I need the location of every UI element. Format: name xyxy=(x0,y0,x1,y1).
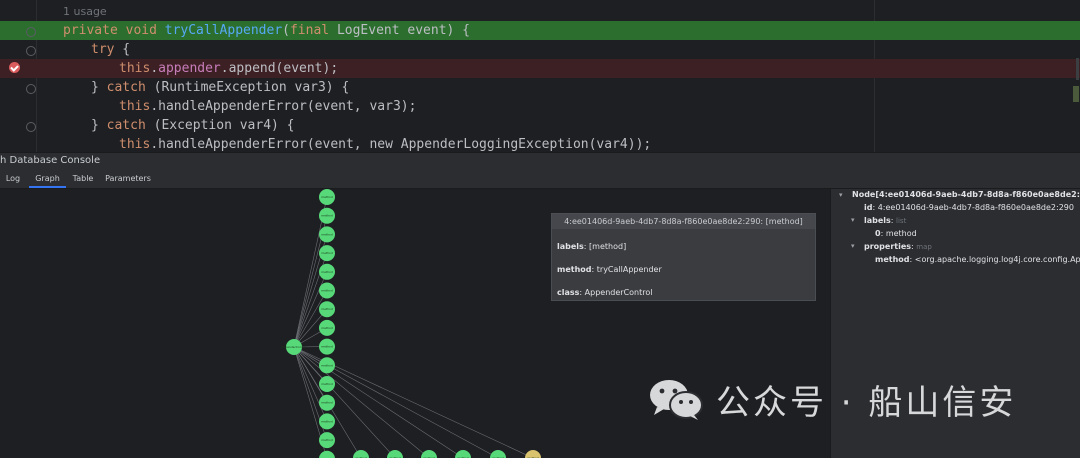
editor-scrollbar[interactable] xyxy=(1076,58,1079,80)
code-text: } xyxy=(91,118,107,133)
tooltip-key: class xyxy=(557,288,580,297)
tab-log[interactable]: Log xyxy=(2,170,24,188)
code-text: LogEvent event) { xyxy=(336,23,471,38)
code-line-catch-runtime[interactable]: } catch (RuntimeException var3) { xyxy=(0,78,1080,97)
code-editor[interactable]: 1 usage private void tryCallAppender(fin… xyxy=(0,0,1080,152)
graph-edge xyxy=(293,290,328,348)
prop-value: 4:ee01406d-9aeb-4db7-8d8a-f860e0ae8de2:2… xyxy=(877,203,1074,212)
graph-edge xyxy=(293,346,430,458)
prop-type: map xyxy=(916,243,932,251)
keyword: private void xyxy=(63,23,165,38)
prop-value: <org.apache.logging.log4j.core.config.Ap… xyxy=(914,255,1080,264)
code-line-catch-exception[interactable]: } catch (Exception var4) { xyxy=(0,116,1080,135)
node-label: method xyxy=(321,363,333,367)
tab-parameters[interactable]: Parameters xyxy=(103,170,153,188)
keyword: catch xyxy=(106,80,146,95)
code-line-try[interactable]: try { xyxy=(0,40,1080,59)
node-tooltip: 4:ee01406d-9aeb-4db7-8d8a-f860e0ae8de2:2… xyxy=(551,213,816,301)
tooltip-value: tryCallAppender xyxy=(596,265,662,274)
fold-icon[interactable] xyxy=(26,27,36,37)
node-label: method xyxy=(321,307,333,311)
code-text: .append(event); xyxy=(220,61,339,76)
usage-hint[interactable]: 1 usage xyxy=(63,5,107,18)
keyword: this xyxy=(119,99,151,114)
code-text: .handleAppenderError(event, var3); xyxy=(150,99,417,114)
tooltip-value: AppenderControl xyxy=(584,288,653,297)
node-label: method xyxy=(321,214,333,218)
tool-window-title: h Database Console xyxy=(0,155,101,166)
code-text: (Exception var4) { xyxy=(145,118,295,133)
prop-row-method[interactable]: method: <org.apache.logging.log4j.core.c… xyxy=(875,255,1080,264)
prop-key: 0 xyxy=(875,229,881,238)
keyword: this xyxy=(119,137,151,152)
node-label: method xyxy=(321,289,333,293)
scrollbar-marker[interactable] xyxy=(1073,86,1079,102)
prop-row-labels[interactable]: labels: list xyxy=(864,216,906,225)
prop-key: properties xyxy=(864,242,912,251)
code-text: } xyxy=(91,80,107,95)
watermark-text: 公众号 · 船山信安 xyxy=(716,382,1017,423)
chevron-down-icon[interactable]: ▾ xyxy=(851,216,855,224)
code-line-method-signature[interactable]: private void tryCallAppender(final LogEv… xyxy=(0,21,1080,40)
tooltip-value: [method] xyxy=(589,242,627,251)
node-label: method xyxy=(321,232,333,236)
keyword: catch xyxy=(106,118,146,133)
code-text: { xyxy=(114,42,131,57)
node-label: method xyxy=(321,345,333,349)
node-label: method xyxy=(321,195,333,199)
console-tabs: Log Graph Table Parameters xyxy=(0,170,1080,189)
tooltip-row-class: class: AppenderControl xyxy=(557,288,653,297)
prop-value: method xyxy=(885,229,917,238)
code-line-handle-error[interactable]: this.handleAppenderError(event, var3); xyxy=(0,97,1080,116)
node-label: method xyxy=(321,326,333,330)
field-name: appender xyxy=(158,61,221,76)
tooltip-row-labels: labels: [method] xyxy=(557,242,627,251)
prop-key: id xyxy=(864,203,873,212)
node-label: method xyxy=(321,251,333,255)
keyword: final xyxy=(289,23,337,38)
hub-node-label: AppenderControl xyxy=(281,345,307,349)
code-line-breakpoint[interactable]: this.appender.append(event); xyxy=(0,59,1080,78)
watermark: 公众号 · 船山信安 xyxy=(648,374,1016,424)
chevron-down-icon[interactable]: ▾ xyxy=(851,242,855,250)
code-line-handle-error-2[interactable]: this.handleAppenderError(event, new Appe… xyxy=(0,135,1080,152)
tool-window-header: h Database Console xyxy=(0,152,1080,170)
graph-edge xyxy=(293,346,396,458)
tooltip-key: method xyxy=(557,265,592,274)
keyword: this xyxy=(119,61,151,76)
code-text: ( xyxy=(282,23,290,38)
node-label: method xyxy=(321,438,333,442)
node-label: method xyxy=(321,382,333,386)
prop-row-id[interactable]: id: 4:ee01406d-9aeb-4db7-8d8a-f860e0ae8d… xyxy=(864,203,1074,212)
method-name: tryCallAppender xyxy=(164,23,283,38)
prop-row-properties[interactable]: properties: map xyxy=(864,242,932,251)
tab-graph[interactable]: Graph xyxy=(29,170,66,188)
code-text: (RuntimeException var3) { xyxy=(145,80,350,95)
fold-icon[interactable] xyxy=(26,46,36,56)
tooltip-header: 4:ee01406d-9aeb-4db7-8d8a-f860e0ae8de2:2… xyxy=(552,214,815,229)
code-text: .handleAppenderError(event, new Appender… xyxy=(150,137,652,152)
chevron-down-icon[interactable]: ▾ xyxy=(839,191,843,199)
tooltip-row-method: method: tryCallAppender xyxy=(557,265,662,274)
tab-table[interactable]: Table xyxy=(70,170,96,188)
keyword: try xyxy=(91,42,115,57)
node-label: method xyxy=(321,270,333,274)
node-label: method xyxy=(321,419,333,423)
prop-type: list xyxy=(896,217,907,225)
tooltip-key: labels xyxy=(557,242,584,251)
prop-key: method xyxy=(875,255,910,264)
wechat-icon xyxy=(650,380,703,420)
fold-icon[interactable] xyxy=(26,122,36,132)
breakpoint-icon[interactable] xyxy=(9,62,20,73)
prop-key: labels xyxy=(864,216,891,225)
node-title[interactable]: Node[4:ee01406d-9aeb-4db7-8d8a-f860e0ae8… xyxy=(852,190,1080,199)
fold-icon[interactable] xyxy=(26,84,36,94)
node-label: method xyxy=(321,401,333,405)
prop-row-label-0[interactable]: 0: method xyxy=(875,229,917,238)
